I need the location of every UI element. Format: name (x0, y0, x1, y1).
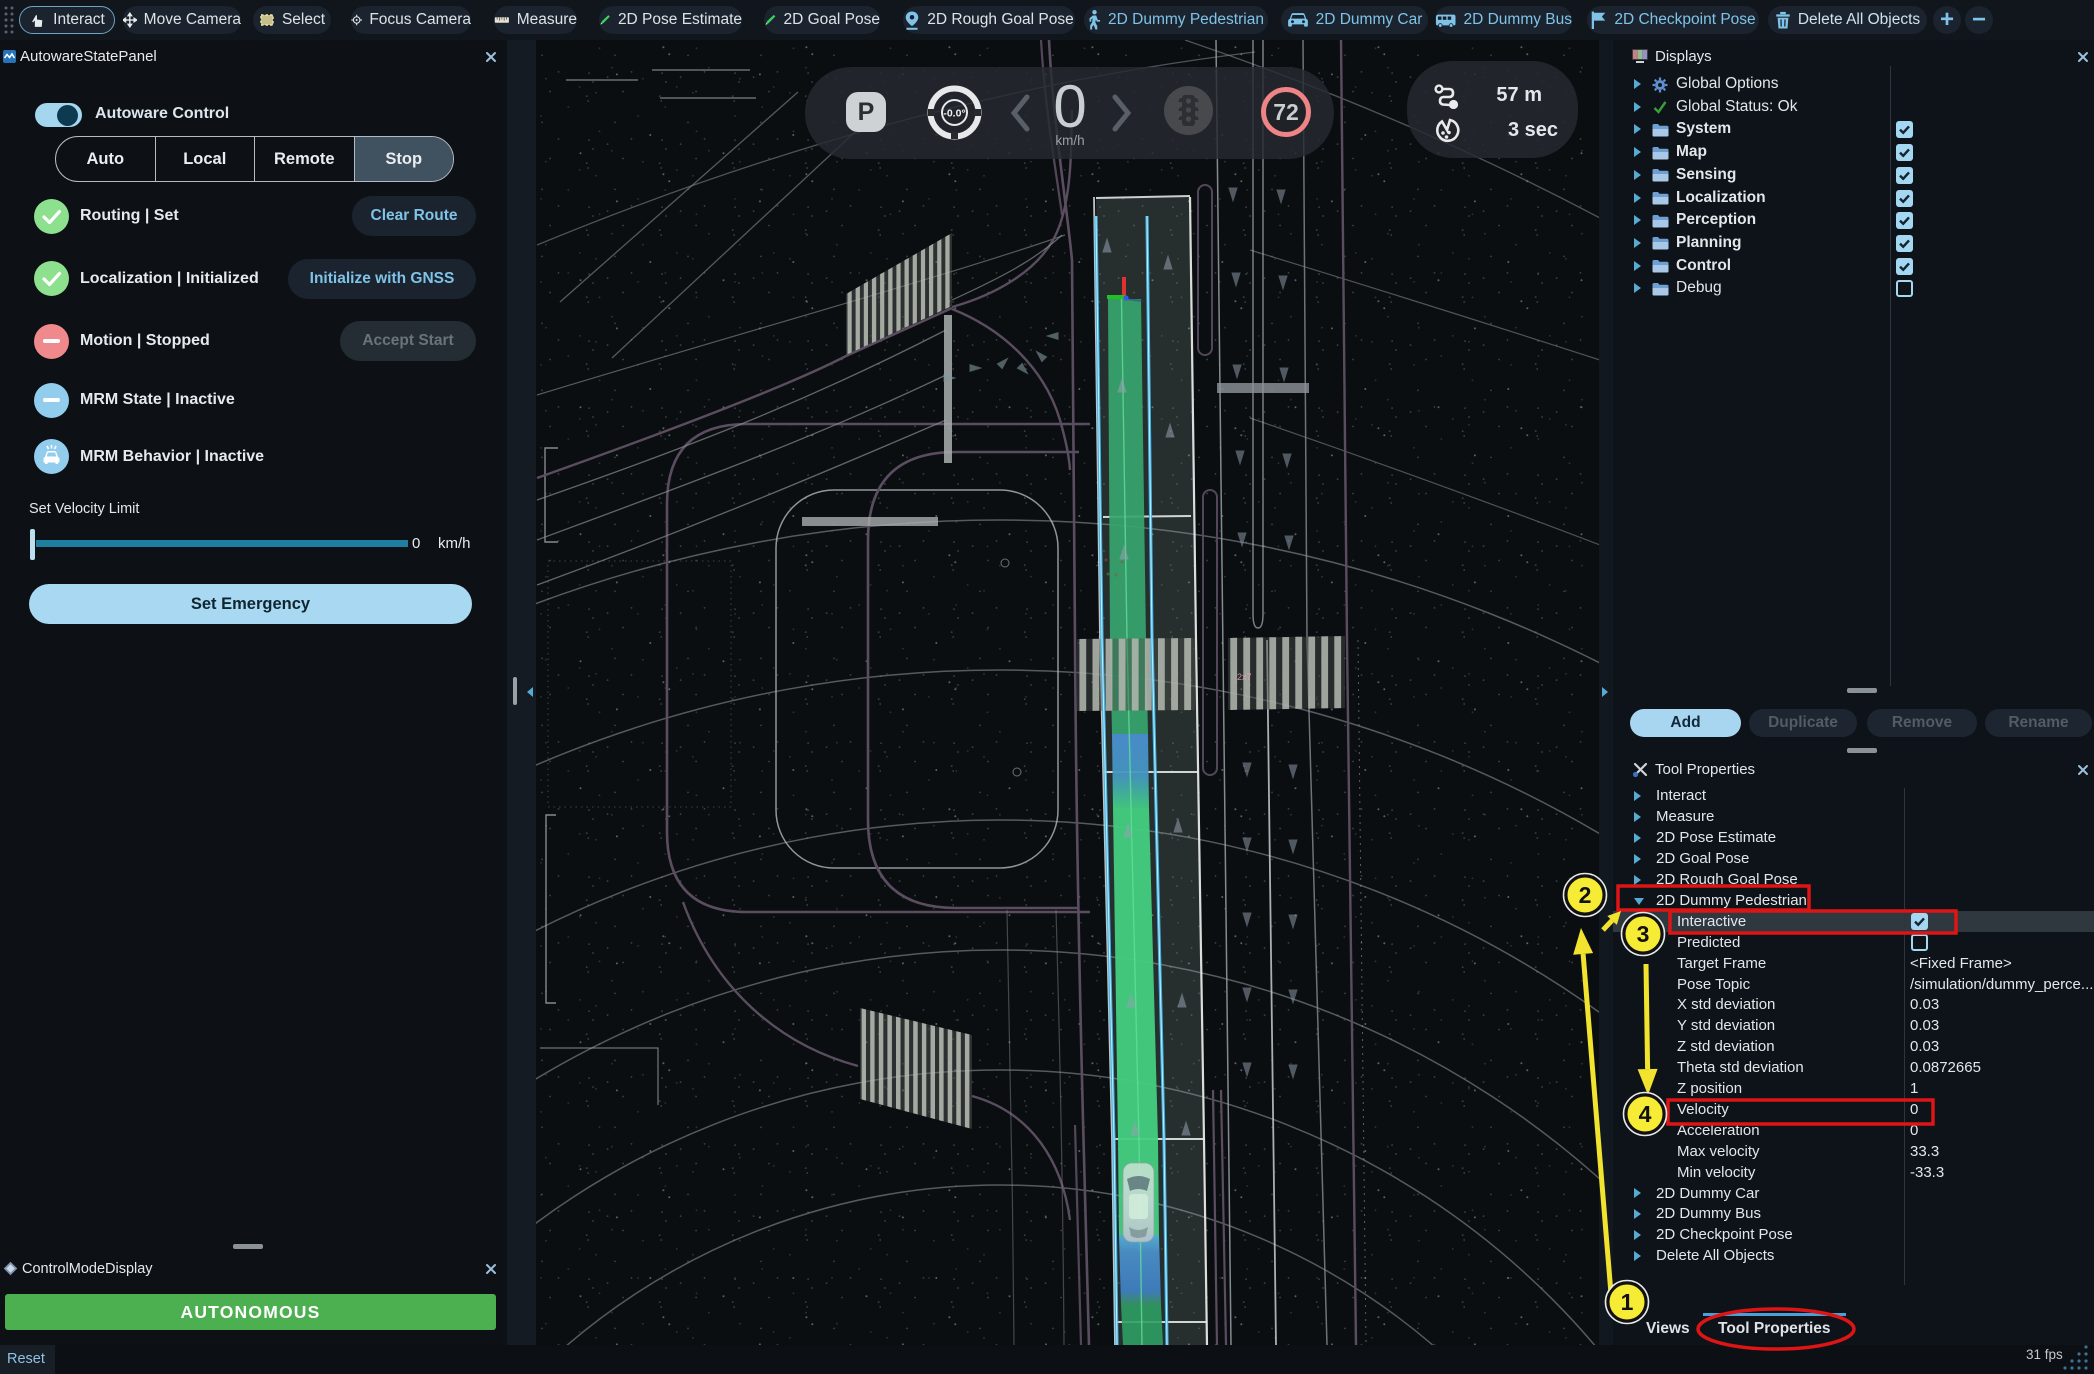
svg-text:3: 3 (1637, 921, 1650, 947)
svg-text:1: 1 (1621, 1289, 1634, 1315)
svg-text:2: 2 (1579, 882, 1592, 908)
svg-text:4: 4 (1639, 1101, 1652, 1127)
